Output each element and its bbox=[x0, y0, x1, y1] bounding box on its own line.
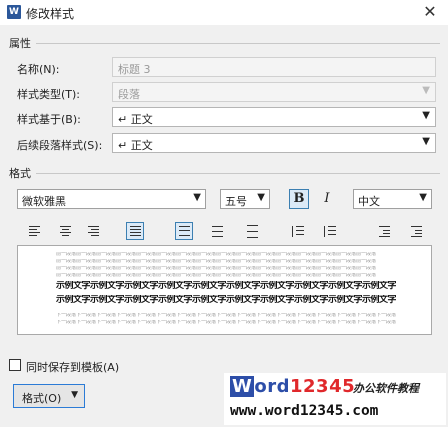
preview-previous-paragraph: 前一段落前一段落前一段落前一段落前一段落前一段落前一段落前一段落前一段落前一段落… bbox=[56, 266, 377, 271]
preview-next-paragraph: 下一段落下一段落下一段落下一段落下一段落下一段落下一段落下一段落下一段落下一段落… bbox=[56, 313, 396, 318]
preview-previous-paragraph: 前一段落前一段落前一段落前一段落前一段落前一段落前一段落前一段落前一段落前一段落… bbox=[56, 273, 377, 278]
align-justify-icon[interactable] bbox=[126, 222, 144, 240]
style-type-label: 样式类型(T): bbox=[17, 88, 81, 101]
script-value: 中文 bbox=[358, 195, 380, 208]
style-preview: 前一段落前一段落前一段落前一段落前一段落前一段落前一段落前一段落前一段落前一段落… bbox=[17, 245, 432, 335]
format-divider bbox=[36, 173, 440, 174]
based-on-value: ↵ 正文 bbox=[118, 113, 153, 126]
following-style-label: 后续段落样式(S): bbox=[17, 139, 103, 152]
style-type-select[interactable]: 段落 ▼ bbox=[112, 82, 436, 102]
style-type-value: 段落 bbox=[118, 88, 140, 101]
font-size-value: 五号 bbox=[225, 195, 247, 208]
format-section-label: 格式 bbox=[9, 167, 31, 180]
chevron-down-icon: ▼ bbox=[422, 85, 430, 96]
decrease-indent-icon[interactable] bbox=[375, 222, 393, 240]
watermark-brand: Word12345 bbox=[230, 376, 356, 397]
space-after-icon[interactable] bbox=[320, 222, 338, 240]
align-right-icon[interactable] bbox=[84, 222, 102, 240]
font-select[interactable]: 微软雅黑 ▼ bbox=[17, 189, 206, 209]
chevron-down-icon: ▼ bbox=[422, 136, 430, 147]
bold-button[interactable]: B bbox=[289, 189, 309, 209]
space-before-icon[interactable] bbox=[288, 222, 306, 240]
preview-previous-paragraph: 前一段落前一段落前一段落前一段落前一段落前一段落前一段落前一段落前一段落前一段落… bbox=[56, 259, 377, 264]
close-button[interactable]: ✕ bbox=[418, 2, 442, 22]
italic-button[interactable]: I bbox=[317, 189, 337, 209]
increase-indent-icon[interactable] bbox=[407, 222, 425, 240]
format-button-label: 格式(O) bbox=[22, 392, 62, 405]
add-to-template-checkbox[interactable] bbox=[9, 359, 21, 371]
preview-sample-text: 示例文字示例文字示例文字示例文字示例文字示例文字示例文字示例文字示例文字示例文字… bbox=[56, 281, 396, 291]
following-style-value: ↵ 正文 bbox=[118, 139, 153, 152]
properties-divider bbox=[36, 43, 440, 44]
name-value: 标题 3 bbox=[118, 63, 151, 76]
chevron-down-icon: ▼ bbox=[419, 192, 427, 203]
add-to-template-label: 同时保存到模板(A) bbox=[26, 361, 120, 374]
watermark-logo: Word12345 办公软件教程 www.word12345.com bbox=[224, 373, 446, 425]
watermark-url: www.word12345.com bbox=[230, 403, 379, 419]
format-menu-button[interactable]: 格式(O) ▼ bbox=[13, 384, 85, 408]
chevron-down-icon: ▼ bbox=[71, 390, 78, 400]
align-center-icon[interactable] bbox=[56, 222, 74, 240]
following-style-select[interactable]: ↵ 正文 ▼ bbox=[112, 133, 436, 153]
properties-section-label: 属性 bbox=[9, 37, 31, 50]
name-label: 名称(N): bbox=[17, 63, 60, 76]
based-on-select[interactable]: ↵ 正文 ▼ bbox=[112, 107, 436, 127]
preview-previous-paragraph: 前一段落前一段落前一段落前一段落前一段落前一段落前一段落前一段落前一段落前一段落… bbox=[56, 252, 377, 257]
word-app-icon: W bbox=[7, 5, 21, 19]
chevron-down-icon: ▼ bbox=[193, 192, 201, 203]
chevron-down-icon: ▼ bbox=[422, 110, 430, 121]
preview-sample-text: 示例文字示例文字示例文字示例文字示例文字示例文字示例文字示例文字示例文字示例文字… bbox=[56, 295, 396, 305]
script-select[interactable]: 中文 ▼ bbox=[353, 189, 432, 209]
title-bar: W 修改样式 ✕ bbox=[0, 0, 448, 25]
align-left-icon[interactable] bbox=[25, 222, 43, 240]
font-size-select[interactable]: 五号 ▼ bbox=[220, 189, 270, 209]
chevron-down-icon: ▼ bbox=[257, 192, 265, 203]
double-spacing-icon[interactable] bbox=[243, 222, 261, 240]
based-on-label: 样式基于(B): bbox=[17, 113, 81, 126]
watermark-tagline: 办公软件教程 bbox=[353, 382, 419, 395]
line-spacing-1-5-icon[interactable] bbox=[208, 222, 226, 240]
preview-next-paragraph: 下一段落下一段落下一段落下一段落下一段落下一段落下一段落下一段落下一段落下一段落… bbox=[56, 320, 396, 325]
font-value: 微软雅黑 bbox=[22, 195, 66, 208]
single-spacing-icon[interactable] bbox=[175, 222, 193, 240]
dialog-title: 修改样式 bbox=[26, 7, 75, 21]
name-field[interactable]: 标题 3 bbox=[112, 57, 436, 77]
